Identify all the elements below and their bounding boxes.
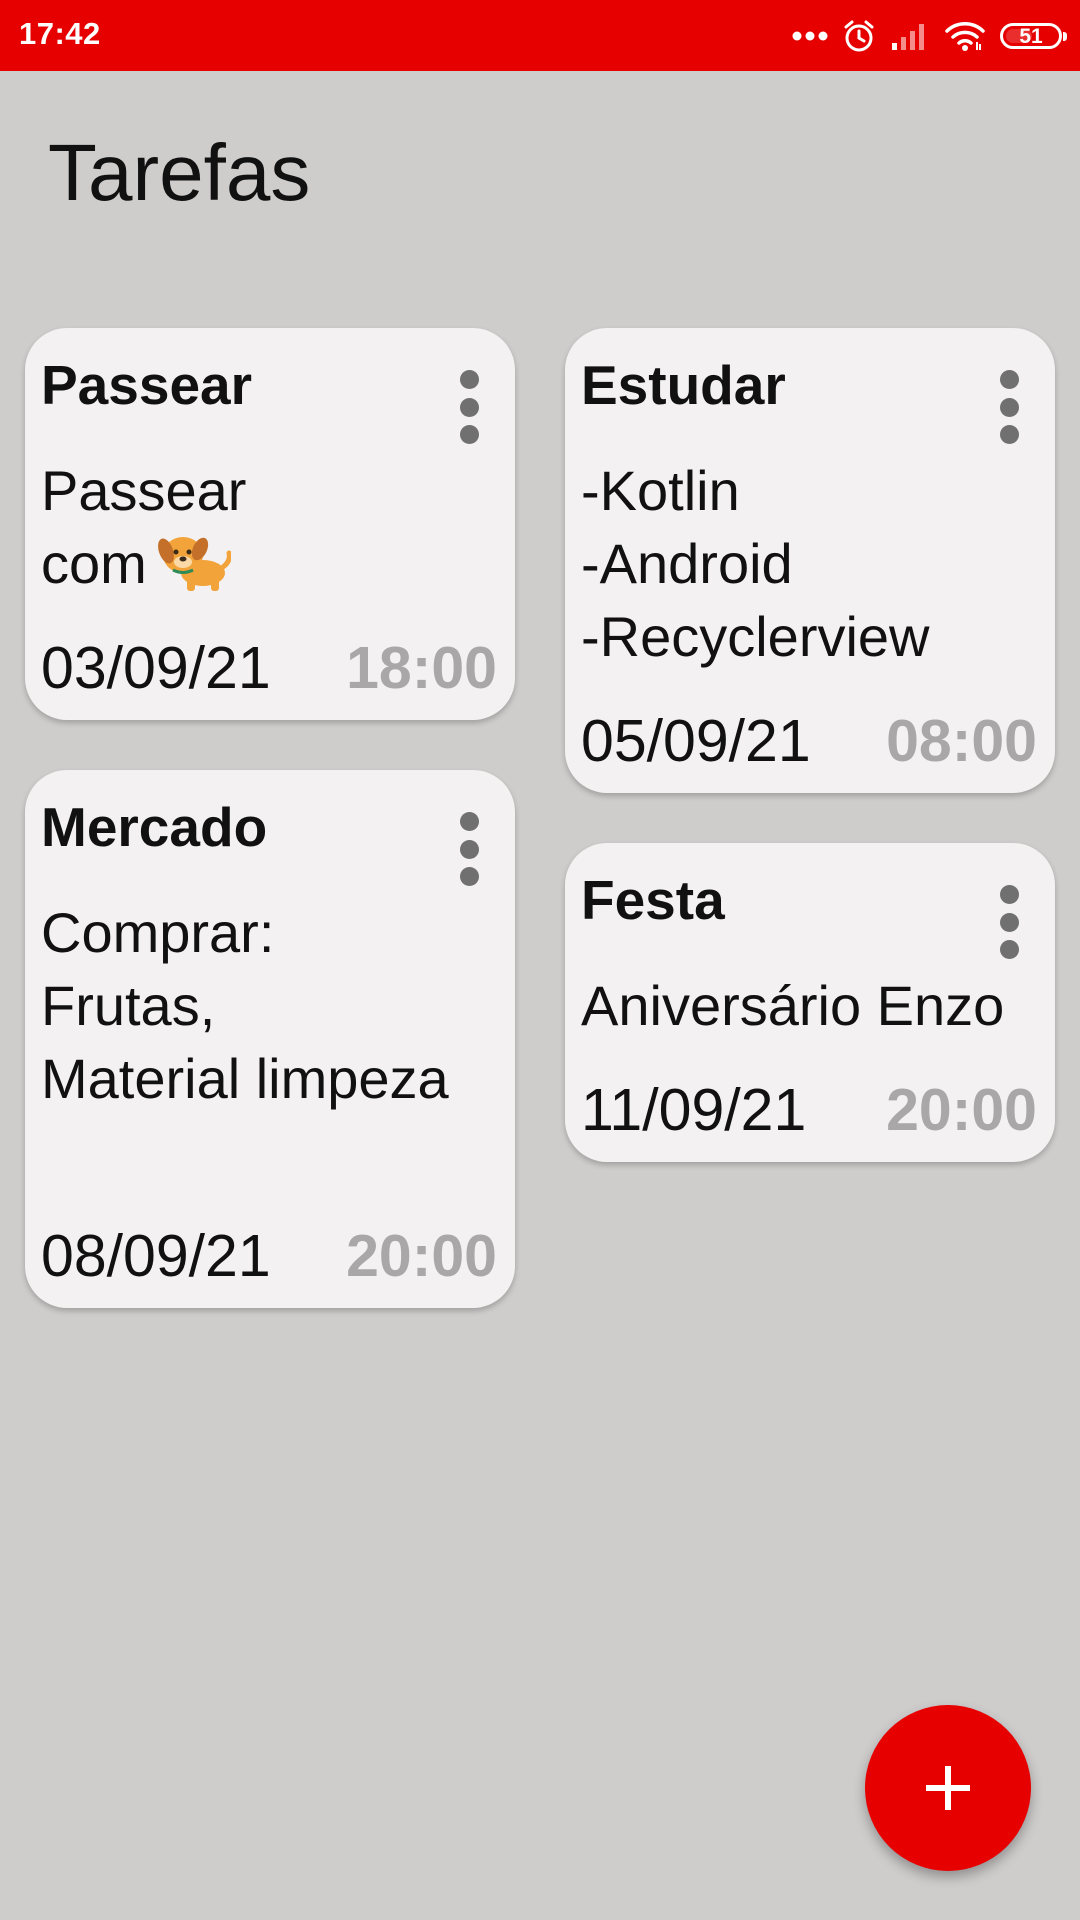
add-task-button[interactable] (865, 1705, 1031, 1871)
more-vert-icon (459, 812, 479, 831)
task-title: Festa (581, 869, 725, 931)
plus-icon (926, 1766, 970, 1810)
task-menu-button[interactable] (459, 370, 479, 444)
task-time: 18:00 (346, 635, 497, 701)
status-time: 17:42 (19, 16, 101, 51)
task-time: 20:00 (346, 1223, 497, 1289)
dog-emoji-icon (157, 537, 231, 591)
more-vert-icon (999, 370, 1019, 389)
task-date: 08/09/21 (41, 1223, 271, 1289)
task-title: Mercado (41, 796, 268, 858)
task-card-festa[interactable]: Festa Aniversário Enzo 11/09/21 20:00 (565, 843, 1055, 1162)
more-vert-icon-dot (999, 912, 1019, 932)
wifi-icon (944, 20, 986, 52)
more-vert-icon-dot (459, 839, 479, 859)
more-vert-icon-dot (999, 940, 1019, 959)
task-card-mercado[interactable]: Mercado Comprar: Frutas, Material limpez… (25, 770, 515, 1308)
task-date: 03/09/21 (41, 635, 271, 701)
signal-icon (890, 21, 930, 51)
task-menu-button[interactable] (459, 812, 479, 886)
battery-percent: 51 (1019, 24, 1043, 48)
task-description: Comprar: Frutas, Material limpeza (41, 901, 449, 1110)
task-description: Passear com (41, 454, 246, 600)
task-date: 11/09/21 (581, 1077, 807, 1143)
task-time: 08:00 (886, 708, 1037, 774)
task-card-estudar[interactable]: Estudar -Kotlin -Android -Recyclerview 0… (565, 328, 1055, 793)
more-dots-icon (792, 30, 828, 42)
task-menu-button[interactable] (999, 370, 1019, 444)
more-vert-icon (999, 885, 1019, 904)
page-title: Tarefas (48, 128, 311, 217)
more-vert-icon-dot (459, 397, 479, 417)
task-time: 20:00 (886, 1077, 1037, 1143)
battery-tip (1063, 32, 1067, 41)
status-bar: 17:42 51 (0, 0, 1080, 71)
more-vert-icon-dot (999, 425, 1019, 444)
task-title: Passear (41, 354, 253, 416)
more-vert-icon (459, 370, 479, 389)
status-icons: 51 (792, 16, 1067, 56)
more-vert-icon-dot (459, 867, 479, 886)
more-vert-icon-dot (459, 425, 479, 444)
alarm-icon (842, 19, 876, 53)
task-title: Estudar (581, 354, 786, 416)
task-description: -Kotlin -Android -Recyclerview (581, 459, 930, 668)
more-vert-icon-dot (999, 397, 1019, 417)
task-menu-button[interactable] (999, 885, 1019, 959)
battery-icon: 51 (1000, 23, 1067, 49)
task-card-passear[interactable]: Passear Passear com 03/09/21 18:00 (25, 328, 515, 720)
task-date: 05/09/21 (581, 708, 811, 774)
task-description: Aniversário Enzo (581, 974, 1005, 1037)
